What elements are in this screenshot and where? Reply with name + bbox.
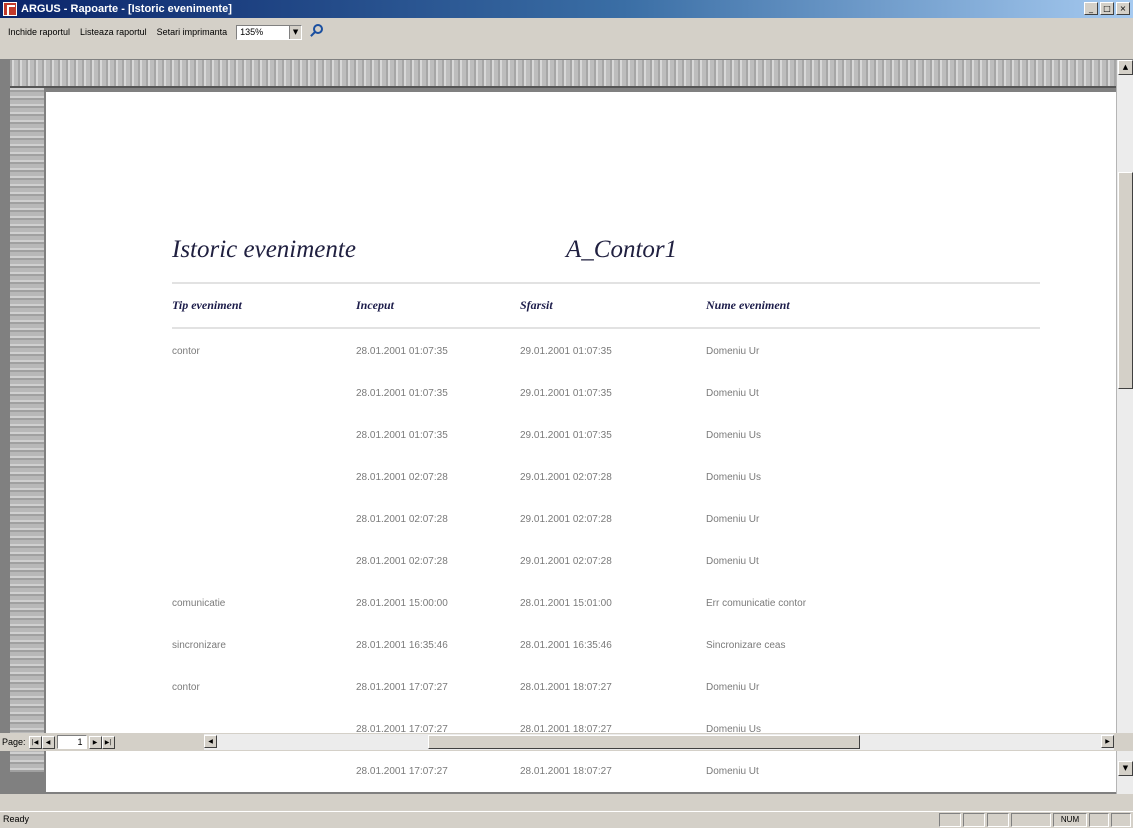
status-panel [939,813,961,827]
print-report-button[interactable]: Listeaza raportul [76,24,151,40]
event-name-cell: Domeniu Ur [706,346,760,357]
horizontal-scroll-thumb[interactable] [428,735,860,749]
close-report-button[interactable]: Inchide raportul [4,24,74,40]
status-panel [1011,813,1051,827]
num-lock-indicator: NUM [1053,813,1087,827]
vertical-scroll-thumb[interactable] [1118,172,1133,389]
scroll-down-icon[interactable]: ▼ [1118,761,1133,776]
table-row: 28.01.2001 02:07:28 29.01.2001 02:07:28 … [46,500,1116,542]
page-label: Page: [2,737,26,747]
end-cell: 29.01.2001 02:07:28 [520,556,612,567]
end-cell: 28.01.2001 18:07:27 [520,766,612,777]
status-panel [1111,813,1131,827]
scroll-left-icon[interactable]: ◀ [204,735,217,748]
start-cell: 28.01.2001 01:07:35 [356,388,448,399]
report-subject: A_Contor1 [566,236,678,263]
start-cell: 28.01.2001 17:07:27 [356,682,448,693]
event-name-cell: Domeniu Ut [706,766,759,777]
next-page-icon[interactable]: ▶ [88,735,102,749]
event-type-cell: contor [172,346,200,357]
report-title: Istoric evenimente [172,236,356,263]
left-page-edge [10,60,44,772]
print-setup-button[interactable]: Setari imprimanta [153,24,232,40]
scroll-right-icon[interactable]: ▶ [1101,735,1114,748]
magnifier-icon[interactable] [308,23,326,41]
start-cell: 28.01.2001 01:07:35 [356,346,448,357]
table-row: contor 28.01.2001 17:07:27 28.01.2001 18… [46,668,1116,710]
event-name-cell: Domeniu Ut [706,556,759,567]
start-cell: 28.01.2001 02:07:28 [356,472,448,483]
event-type-cell: contor [172,682,200,693]
column-header-end: Sfarsit [520,298,553,312]
window-controls: _ □ × [1084,2,1130,15]
start-cell: 28.01.2001 02:07:28 [356,514,448,525]
start-cell: 28.01.2001 17:07:27 [356,766,448,777]
table-row: contor 28.01.2001 01:07:35 29.01.2001 01… [46,332,1116,374]
end-cell: 29.01.2001 01:07:35 [520,346,612,357]
start-cell: 28.01.2001 15:00:00 [356,598,448,609]
status-text: Ready [3,814,30,824]
end-cell: 28.01.2001 18:07:27 [520,682,612,693]
start-cell: 28.01.2001 02:07:28 [356,556,448,567]
table-row: 28.01.2001 01:07:35 29.01.2001 01:07:35 … [46,374,1116,416]
status-panel [1089,813,1109,827]
event-name-cell: Domeniu Ur [706,682,760,693]
page-number-input[interactable]: 1 [56,735,87,749]
end-cell: 29.01.2001 01:07:35 [520,430,612,441]
print-preview-toolbar: Inchide raportul Listeaza raportul Setar… [0,18,1133,60]
minimize-button[interactable]: _ [1084,2,1098,15]
last-page-icon[interactable]: ▶| [101,735,115,749]
end-cell: 29.01.2001 02:07:28 [520,514,612,525]
table-row: sincronizare 28.01.2001 16:35:46 28.01.2… [46,626,1116,668]
event-type-cell: sincronizare [172,640,226,651]
page-navigation-bar: Page: |◀ ◀ 1 ▶ ▶| ◀ ▶ [0,733,1133,751]
status-panel [963,813,985,827]
app-icon[interactable] [3,2,17,16]
top-page-edge [10,60,1116,88]
window-title: ARGUS - Rapoarte - [Istoric evenimente] [21,3,232,15]
chevron-down-icon[interactable]: ▼ [289,25,302,39]
event-name-cell: Err comunicatie contor [706,598,807,609]
size-grip[interactable] [1116,734,1133,750]
status-panel [987,813,1009,827]
column-header-type: Tip eveniment [172,298,242,312]
status-bar: Ready NUM [0,811,1133,828]
end-cell: 29.01.2001 02:07:28 [520,472,612,483]
zoom-select[interactable]: 135% ▼ [236,24,303,40]
event-name-cell: Sincronizare ceas [706,640,786,651]
event-name-cell: Domeniu Us [706,430,762,441]
title-bar: ARGUS - Rapoarte - [Istoric evenimente] … [0,0,1133,18]
column-header-start: Inceput [356,298,395,312]
header-rule-bottom [172,327,1040,329]
report-workspace: Istoric evenimente A_Contor1 Tip evenime… [0,60,1133,794]
start-cell: 28.01.2001 16:35:46 [356,640,448,651]
close-button[interactable]: × [1116,2,1130,15]
event-name-cell: Domeniu Us [706,472,762,483]
table-row: comunicatie 28.01.2001 15:00:00 28.01.20… [46,584,1116,626]
event-type-cell: comunicatie [172,598,226,609]
end-cell: 28.01.2001 16:35:46 [520,640,612,651]
vertical-scrollbar[interactable]: ▲ ▼ [1116,60,1133,794]
header-rule-top [172,282,1040,284]
start-cell: 28.01.2001 01:07:35 [356,430,448,441]
toolbar-row: Inchide raportul Listeaza raportul Setar… [4,23,326,41]
zoom-value: 135% [240,27,264,37]
horizontal-scrollbar[interactable]: ◀ ▶ [204,734,1114,750]
end-cell: 29.01.2001 01:07:35 [520,388,612,399]
previous-page-icon[interactable]: ◀ [41,735,55,749]
end-cell: 28.01.2001 15:01:00 [520,598,612,609]
table-row: 28.01.2001 02:07:28 29.01.2001 02:07:28 … [46,458,1116,500]
table-row: 28.01.2001 02:07:28 29.01.2001 02:07:28 … [46,542,1116,584]
maximize-button[interactable]: □ [1100,2,1114,15]
scroll-up-icon[interactable]: ▲ [1118,60,1133,75]
event-name-cell: Domeniu Ut [706,388,759,399]
column-header-name: Nume eveniment [706,298,790,312]
magnifier-handle [310,31,316,37]
event-name-cell: Domeniu Ur [706,514,760,525]
table-row: 28.01.2001 17:07:27 28.01.2001 18:07:27 … [46,752,1116,792]
table-row: 28.01.2001 01:07:35 29.01.2001 01:07:35 … [46,416,1116,458]
status-panels: NUM [939,813,1131,827]
report-page: Istoric evenimente A_Contor1 Tip evenime… [46,92,1116,792]
first-page-icon[interactable]: |◀ [28,735,42,749]
